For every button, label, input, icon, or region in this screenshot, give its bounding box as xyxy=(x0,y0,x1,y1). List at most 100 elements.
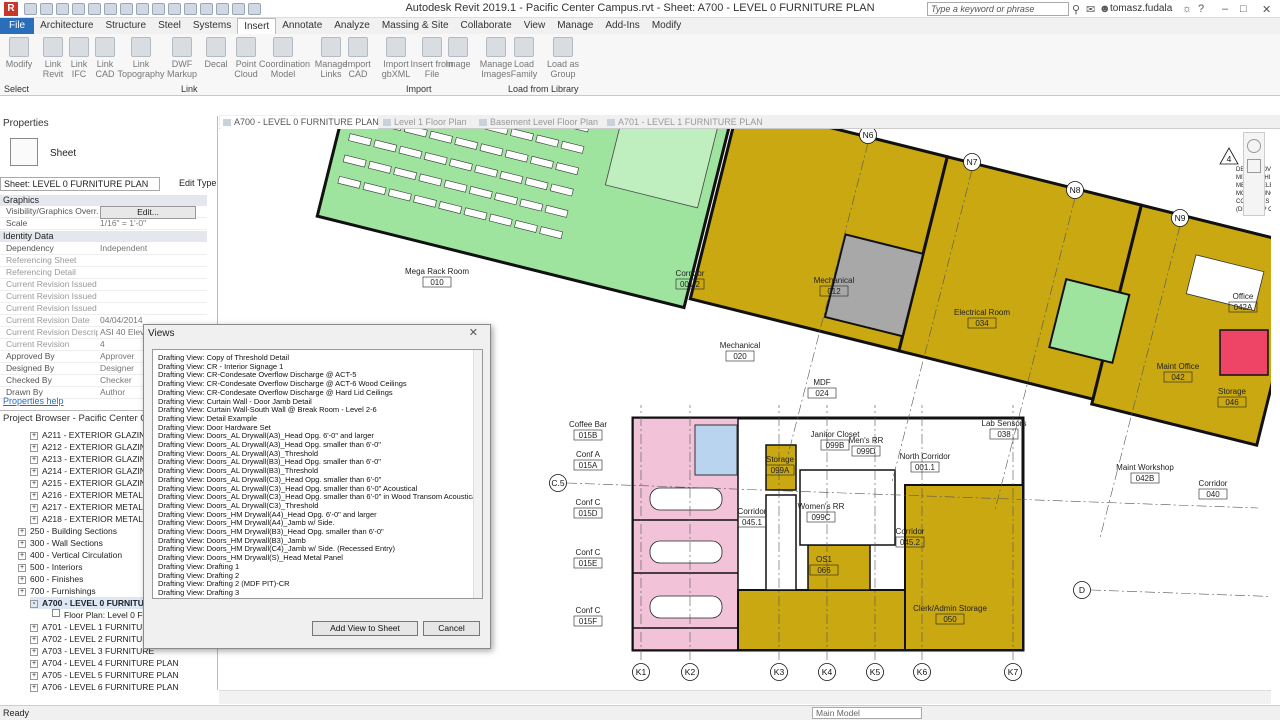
search-icon[interactable]: ⚲ xyxy=(1072,3,1080,16)
expand-icon[interactable]: + xyxy=(30,624,38,632)
view-list-item[interactable]: Drafting View: Doors_AL Drywall(B3)_Thre… xyxy=(158,466,318,475)
property-row[interactable]: Dependency Independent xyxy=(0,243,207,255)
view-tab-3[interactable]: A701 - LEVEL 1 FURNITURE PLAN xyxy=(604,116,763,129)
ribbon-link-topography-button[interactable]: Link Topography xyxy=(117,37,165,79)
view-list-item[interactable]: Drafting View: Doors_HM Drywall(S)_Head … xyxy=(158,553,343,562)
steering-wheel-icon[interactable] xyxy=(1247,139,1261,153)
browser-item[interactable]: + A215 - EXTERIOR GLAZING xyxy=(30,477,153,489)
user-name[interactable]: tomasz.fudala xyxy=(1110,3,1172,14)
view-tab-1[interactable]: Level 1 Floor Plan xyxy=(380,116,474,129)
expand-icon[interactable]: + xyxy=(30,504,38,512)
browser-item[interactable]: +400 - Vertical Circulation xyxy=(18,549,122,561)
tab-systems[interactable]: Systems xyxy=(187,18,237,34)
tab-architecture[interactable]: Architecture xyxy=(34,18,99,34)
tab-insert[interactable]: Insert xyxy=(237,18,277,34)
ribbon-modify-button[interactable]: Modify xyxy=(4,37,34,69)
view-list-item[interactable]: Drafting View: CR-Condesate Overflow Dis… xyxy=(158,388,393,397)
view-list-item[interactable]: Drafting View: Door Hardware Set xyxy=(158,423,271,432)
view-list-item[interactable]: Drafting View: Drafting 2 (MDF PIT)-CR xyxy=(158,579,290,588)
browser-item[interactable]: +600 - Finishes xyxy=(18,573,83,585)
browser-item[interactable]: + A213 - EXTERIOR GLAZING xyxy=(30,453,153,465)
room-tag[interactable]: Conf A 015A xyxy=(573,450,603,471)
ribbon-link-cad-button[interactable]: Link CAD xyxy=(90,37,120,79)
property-row[interactable]: Scale 1/16" = 1'-0" xyxy=(0,218,207,230)
expand-icon[interactable]: + xyxy=(18,528,26,536)
expand-icon[interactable]: + xyxy=(30,684,38,692)
expand-icon[interactable]: + xyxy=(30,432,38,440)
add-view-button[interactable]: Add View to Sheet xyxy=(312,621,418,636)
view-list-item[interactable]: Drafting View: Detail Example xyxy=(158,414,257,423)
view-list-item[interactable]: Drafting View: CR - Interior Signage 1 xyxy=(158,362,283,371)
expand-icon[interactable]: + xyxy=(30,660,38,668)
expand-icon[interactable]: + xyxy=(18,540,26,548)
view-list-item[interactable]: Drafting View: Doors_AL Drywall(C3)_Head… xyxy=(158,492,478,501)
user-icon[interactable]: ☻ xyxy=(1099,3,1111,15)
room-tag[interactable]: Corridor 040 xyxy=(1199,479,1228,500)
browser-item[interactable]: + A212 - EXTERIOR GLAZING xyxy=(30,441,153,453)
edit-type-button[interactable]: Edit Type xyxy=(179,178,216,188)
view-list-item[interactable]: Drafting View: Doors_AL Drywall(A3)_Head… xyxy=(158,440,381,449)
dialog-close-icon[interactable]: ✕ xyxy=(469,326,478,339)
room-tag[interactable]: Mechanical 020 xyxy=(720,341,761,362)
tab-structure[interactable]: Structure xyxy=(99,18,152,34)
browser-item[interactable]: +250 - Building Sections xyxy=(18,525,117,537)
expand-icon[interactable]: + xyxy=(30,444,38,452)
active-workset[interactable]: Main Model xyxy=(812,707,922,719)
expand-icon[interactable]: + xyxy=(30,468,38,476)
expand-icon[interactable]: + xyxy=(18,552,26,560)
view-tab-0[interactable]: A700 - LEVEL 0 FURNITURE PLAN xyxy=(220,116,379,129)
ribbon-dwf-markup-button[interactable]: DWF Markup xyxy=(167,37,197,79)
view-list-item[interactable]: Drafting View: Doors_AL Drywall(C3)_Head… xyxy=(158,475,381,484)
browser-item[interactable]: + A702 - LEVEL 2 FURNITURE xyxy=(30,633,154,645)
property-row[interactable]: Current Revision Issued ... xyxy=(0,303,207,315)
expand-icon[interactable]: - xyxy=(30,600,38,608)
browser-item[interactable]: + A705 - LEVEL 5 FURNITURE PLAN xyxy=(30,669,179,681)
tab-add-ins[interactable]: Add-Ins xyxy=(599,18,645,34)
property-row[interactable]: Visibility/Graphics Overr... Edit... xyxy=(0,206,207,219)
expand-icon[interactable]: + xyxy=(18,576,26,584)
instance-selector[interactable]: Sheet: LEVEL 0 FURNITURE PLAN xyxy=(0,177,160,191)
expand-icon[interactable]: + xyxy=(30,648,38,656)
view-list-item[interactable]: Drafting View: Curtain Wall - Door Jamb … xyxy=(158,397,312,406)
tab-file[interactable]: File xyxy=(0,18,35,34)
ribbon-load-as-group-button[interactable]: Load as Group xyxy=(539,37,587,79)
property-row[interactable]: Referencing Detail xyxy=(0,267,207,279)
browser-item[interactable]: + A216 - EXTERIOR METAL CL xyxy=(30,489,156,501)
tab-annotate[interactable]: Annotate xyxy=(276,18,328,34)
view-list-item[interactable]: Drafting View: Drafting 3 xyxy=(158,588,239,597)
list-scrollbar[interactable] xyxy=(473,350,482,598)
browser-item[interactable]: +300 - Wall Sections xyxy=(18,537,103,549)
tab-modify[interactable]: Modify xyxy=(646,18,687,34)
browser-item[interactable]: + A218 - EXTERIOR METAL CL xyxy=(30,513,156,525)
expand-icon[interactable]: + xyxy=(30,516,38,524)
ribbon-image-button[interactable]: Image xyxy=(443,37,473,69)
ribbon-import-cad-button[interactable]: Import CAD xyxy=(343,37,373,79)
view-list-item[interactable]: Drafting View: Doors_AL Drywall(A3)_Head… xyxy=(158,431,374,440)
tab-collaborate[interactable]: Collaborate xyxy=(455,18,518,34)
view-list-item[interactable]: Drafting View: Doors_HM Drywall(A4)_Head… xyxy=(158,510,377,519)
tab-steel[interactable]: Steel xyxy=(152,18,187,34)
room-tag[interactable]: Maint Workshop 042B xyxy=(1116,463,1174,484)
expand-icon[interactable]: + xyxy=(30,636,38,644)
tab-massing-site[interactable]: Massing & Site xyxy=(376,18,455,34)
browser-item[interactable]: + A701 - LEVEL 1 FURNITURE xyxy=(30,621,154,633)
view-list-item[interactable]: Drafting View: Drafting 1 xyxy=(158,562,239,571)
communication-icon[interactable]: ✉ xyxy=(1086,3,1095,16)
browser-item[interactable]: + A214 - EXTERIOR GLAZING xyxy=(30,465,153,477)
type-name[interactable]: Sheet xyxy=(50,148,76,159)
zoom-icon[interactable] xyxy=(1247,159,1261,173)
room-tag[interactable]: MDF 024 xyxy=(807,378,837,399)
room-tag[interactable]: Conf C 015E xyxy=(573,548,603,569)
tab-analyze[interactable]: Analyze xyxy=(328,18,376,34)
view-list-item[interactable]: Drafting View: Curtain Wall-South Wall @… xyxy=(158,405,377,414)
maximize-icon[interactable]: □ xyxy=(1240,3,1247,15)
view-list-item[interactable]: Drafting View: Doors_AL Drywall(B3)_Head… xyxy=(158,457,381,466)
ribbon-decal-button[interactable]: Decal xyxy=(201,37,231,69)
views-list[interactable]: Drafting View: Copy of Threshold Detail D… xyxy=(152,349,483,599)
view-list-item[interactable]: Drafting View: Drafting 2 xyxy=(158,571,239,580)
expand-icon[interactable]: + xyxy=(30,480,38,488)
ribbon-load-family-button[interactable]: Load Family xyxy=(509,37,539,79)
tab-manage[interactable]: Manage xyxy=(551,18,599,34)
browser-item[interactable]: + A704 - LEVEL 4 FURNITURE PLAN xyxy=(30,657,179,669)
browser-item[interactable]: + A217 - EXTERIOR METAL CL xyxy=(30,501,156,513)
